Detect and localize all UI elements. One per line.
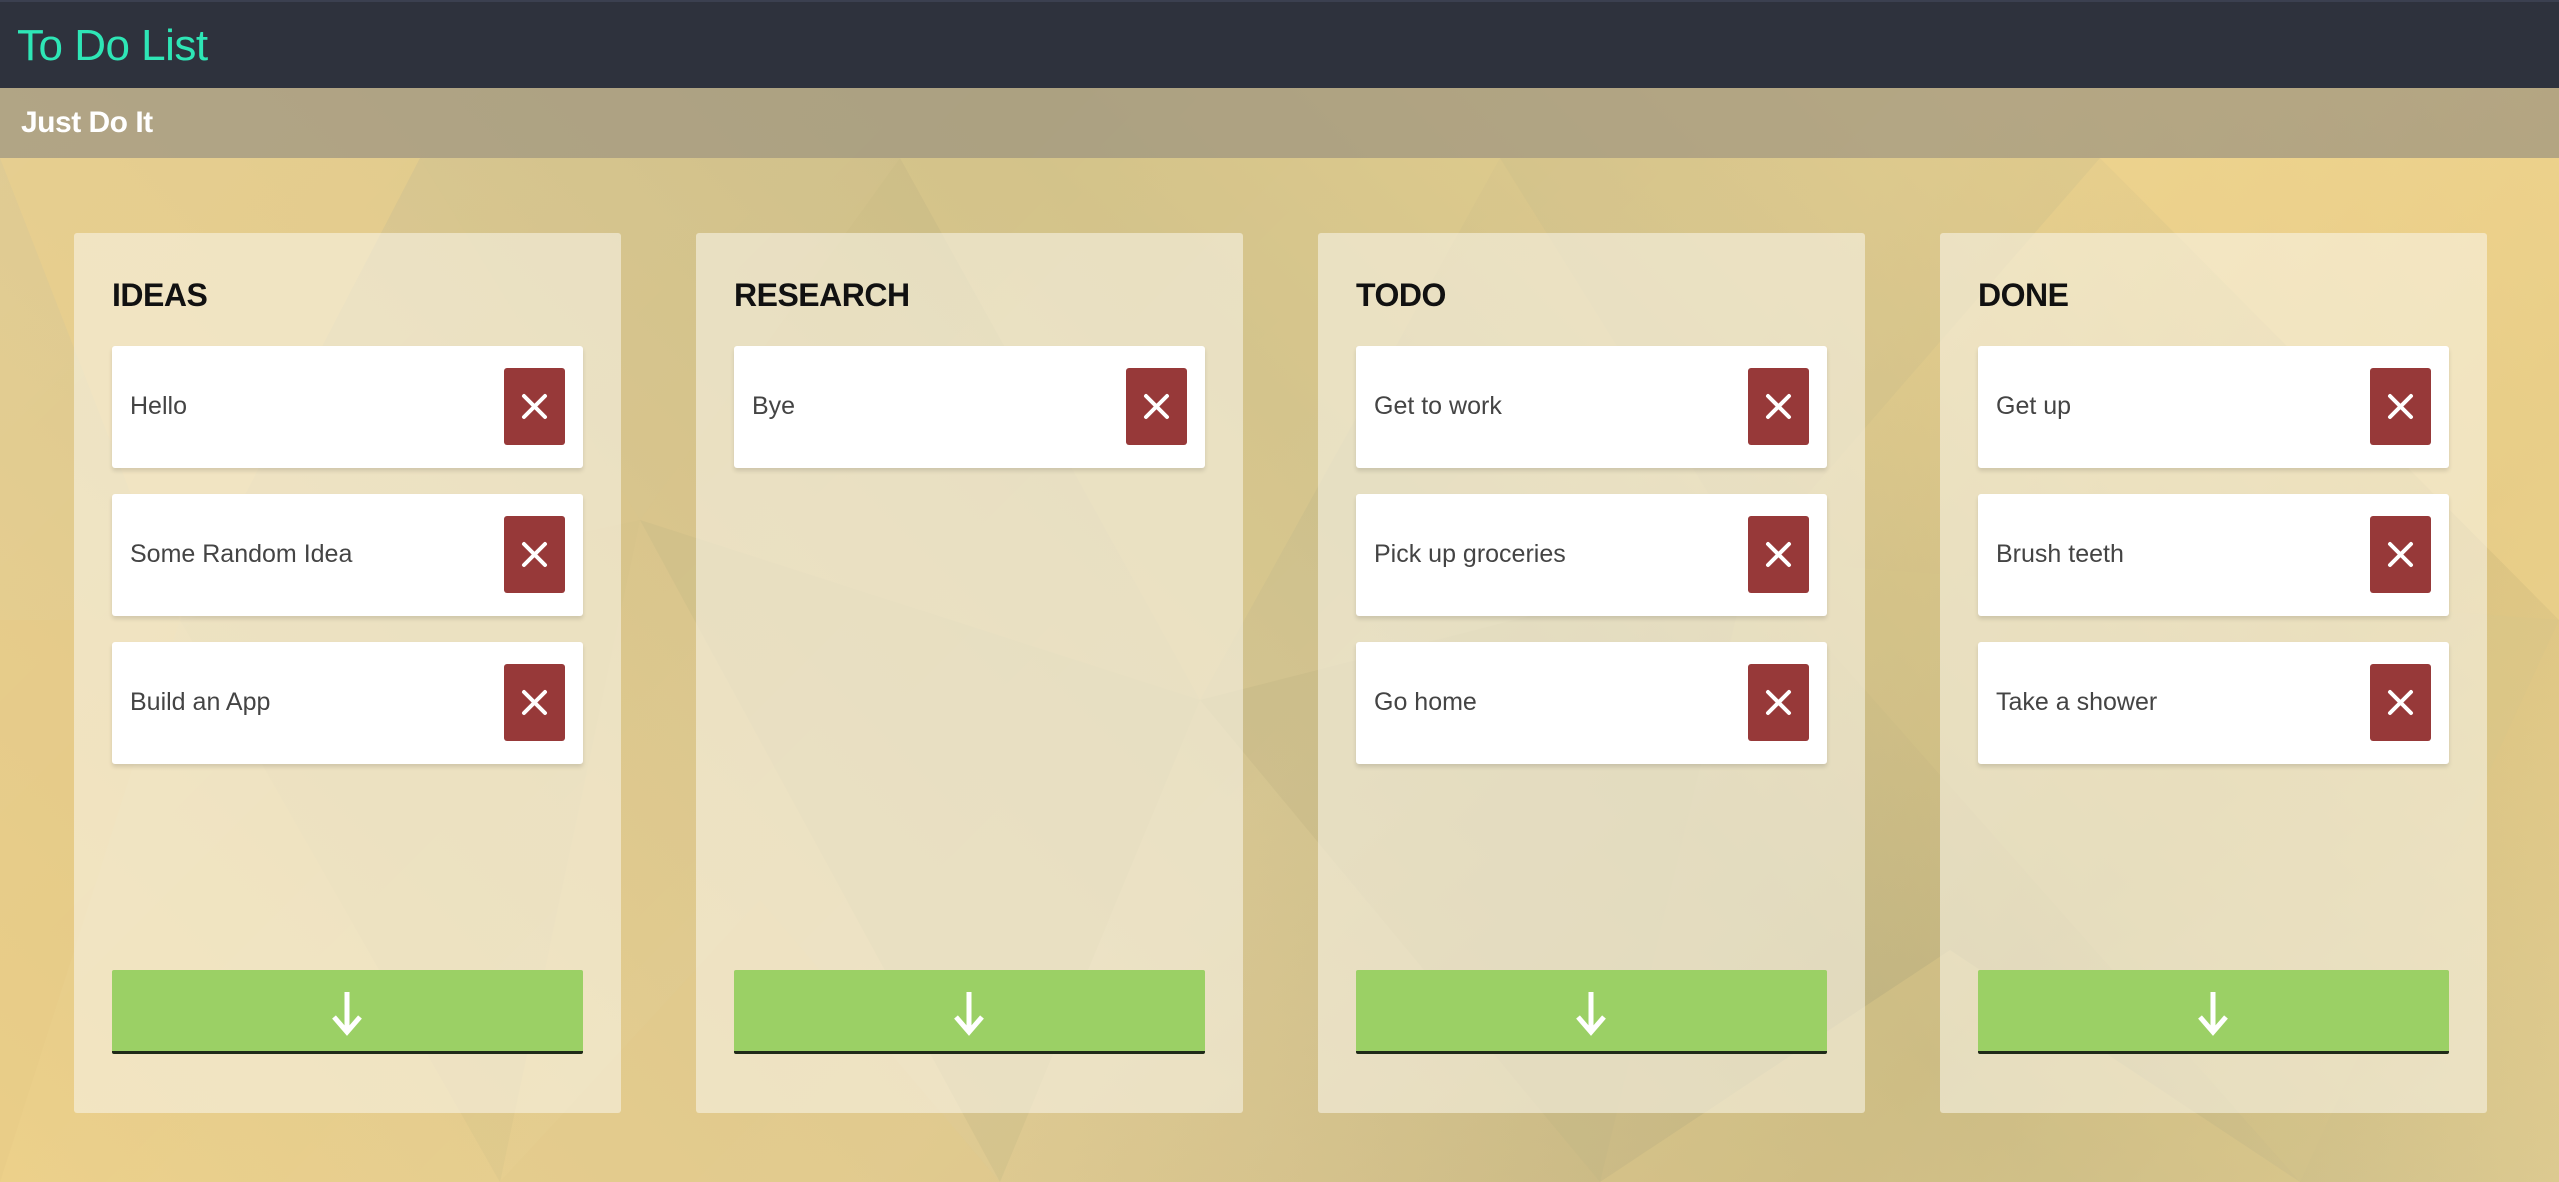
task-text: Get to work [1374,392,1502,420]
close-x-icon [1766,690,1791,715]
task-card[interactable]: Get to work [1356,346,1827,468]
task-text: Some Random Idea [130,540,353,568]
delete-task-button[interactable] [504,664,565,741]
app-title: To Do List [17,21,208,70]
delete-task-button[interactable] [1748,516,1809,593]
arrow-down-icon [2198,992,2228,1036]
task-card[interactable]: Hello [112,346,583,468]
sub-header: Just Do It [0,88,2559,158]
add-task-button[interactable] [112,970,583,1054]
app-header: To Do List [0,0,2559,88]
add-task-button[interactable] [1356,970,1827,1054]
task-text: Get up [1996,392,2072,420]
task-card[interactable]: Get up [1978,346,2449,468]
task-card[interactable]: Some Random Idea [112,494,583,616]
task-text: Build an App [130,688,271,716]
task-text: Bye [752,392,796,420]
close-x-icon [522,690,547,715]
arrow-down-icon [1576,992,1606,1036]
delete-task-button[interactable] [1748,664,1809,741]
close-x-icon [1766,542,1791,567]
column-title: RESEARCH [734,277,910,313]
delete-task-button[interactable] [1126,368,1187,445]
task-text: Brush teeth [1996,540,2124,568]
column-ideas: IDEAS Hello Some Random Idea Build an Ap… [74,233,621,1113]
column-research: RESEARCH Bye [696,233,1243,1113]
close-x-icon [2388,394,2413,419]
column-title: TODO [1356,277,1446,313]
close-x-icon [522,542,547,567]
arrow-down-icon [332,992,362,1036]
delete-task-button[interactable] [504,368,565,445]
delete-task-button[interactable] [504,516,565,593]
task-card[interactable]: Go home [1356,642,1827,764]
column-todo: TODO Get to work Pick up groceries Go ho… [1318,233,1865,1113]
delete-task-button[interactable] [2370,664,2431,741]
close-x-icon [2388,690,2413,715]
task-text: Hello [130,392,187,420]
delete-task-button[interactable] [2370,516,2431,593]
column-title: DONE [1978,277,2069,313]
add-task-button[interactable] [734,970,1205,1054]
close-x-icon [522,394,547,419]
close-x-icon [1144,394,1169,419]
add-task-button[interactable] [1978,970,2449,1054]
task-card[interactable]: Brush teeth [1978,494,2449,616]
close-x-icon [1766,394,1791,419]
task-card[interactable]: Pick up groceries [1356,494,1827,616]
task-card[interactable]: Take a shower [1978,642,2449,764]
column-done: DONE Get up Brush teeth Take a shower [1940,233,2487,1113]
task-text: Take a shower [1996,688,2158,716]
arrow-down-icon [954,992,984,1036]
task-card[interactable]: Bye [734,346,1205,468]
task-text: Go home [1374,688,1477,716]
app-subtitle: Just Do It [21,106,153,139]
delete-task-button[interactable] [1748,368,1809,445]
column-title: IDEAS [112,277,208,313]
close-x-icon [2388,542,2413,567]
task-text: Pick up groceries [1374,540,1566,568]
task-card[interactable]: Build an App [112,642,583,764]
delete-task-button[interactable] [2370,368,2431,445]
